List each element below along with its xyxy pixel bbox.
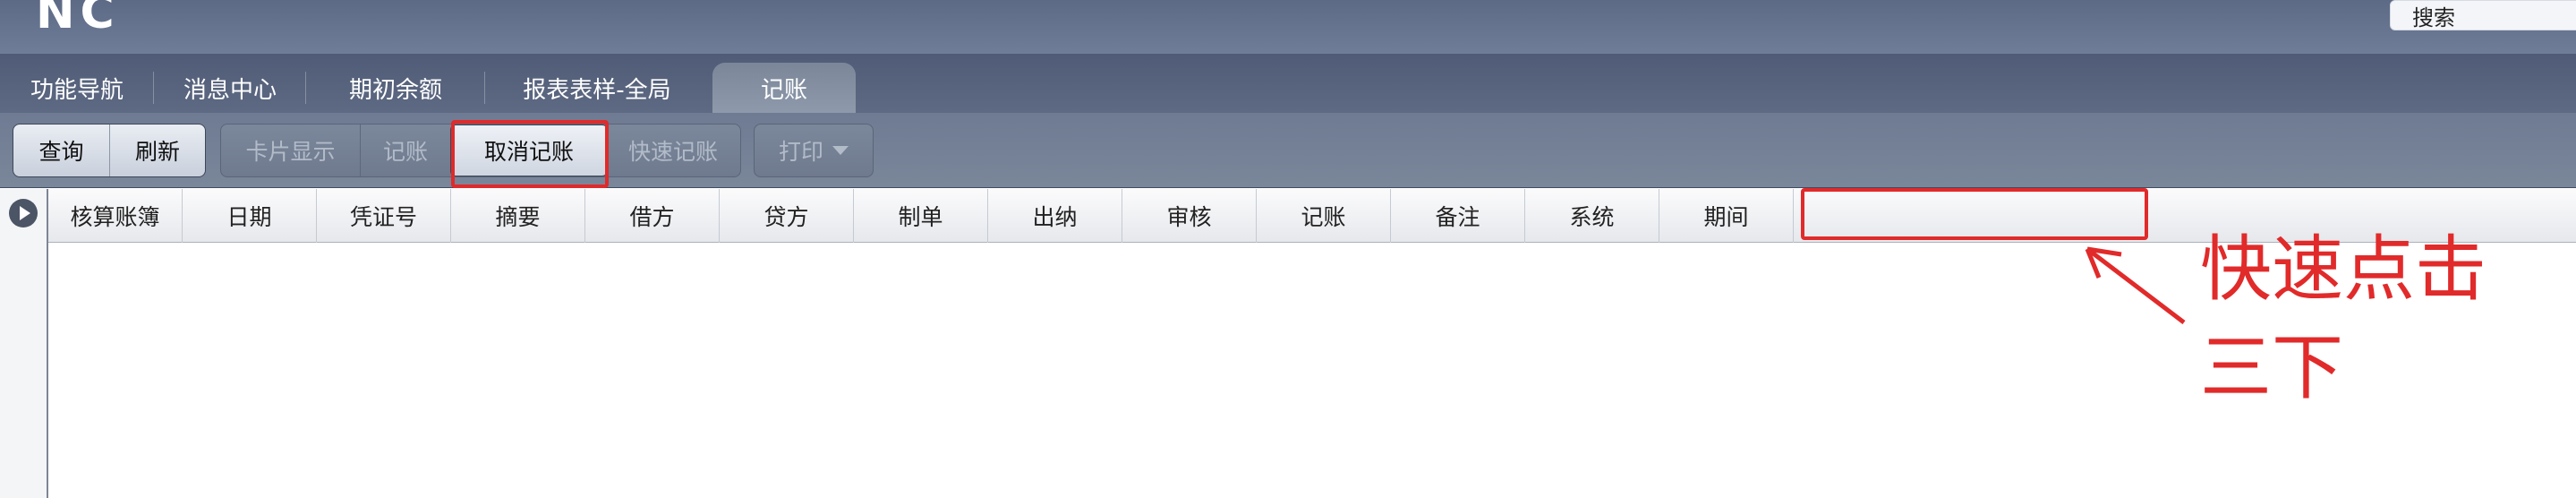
quick-post-button[interactable]: 快速记账 bbox=[608, 124, 738, 176]
table-header: 核算账簿 日期 凭证号 摘要 借方 贷方 制单 出纳 审核 记账 备注 系统 期… bbox=[48, 189, 2576, 243]
highlight-box-cancel-post bbox=[451, 120, 609, 188]
refresh-button[interactable]: 刷新 bbox=[110, 124, 205, 176]
column-header-review[interactable]: 审核 bbox=[1122, 189, 1257, 243]
search-label: 搜索 bbox=[2412, 4, 2455, 30]
toolbar: 查询 刷新 卡片显示 记账 取消记账 快速记账 打印 bbox=[0, 113, 2576, 188]
tab-function-nav[interactable]: 功能导航 bbox=[0, 63, 154, 113]
chevron-down-icon bbox=[832, 146, 849, 155]
row-header-column bbox=[0, 189, 48, 498]
column-header-voucher-no[interactable]: 凭证号 bbox=[317, 189, 451, 243]
post-button[interactable]: 记账 bbox=[361, 124, 450, 176]
column-header-preparer[interactable]: 制单 bbox=[854, 189, 988, 243]
voucher-table: 核算账簿 日期 凭证号 摘要 借方 贷方 制单 出纳 审核 记账 备注 系统 期… bbox=[0, 189, 2576, 498]
tab-label: 报表表样-全局 bbox=[523, 76, 671, 104]
column-header-date[interactable]: 日期 bbox=[183, 189, 317, 243]
tab-label: 期初余额 bbox=[348, 76, 442, 104]
print-button[interactable]: 打印 bbox=[755, 124, 873, 176]
column-header-system[interactable]: 系统 bbox=[1525, 189, 1659, 243]
column-header-debit[interactable]: 借方 bbox=[585, 189, 720, 243]
tab-label: 记账 bbox=[760, 76, 807, 104]
query-button[interactable]: 查询 bbox=[13, 124, 110, 176]
print-group: 打印 bbox=[754, 124, 874, 177]
search-input[interactable]: 搜索 bbox=[2390, 0, 2576, 30]
column-header-posting[interactable]: 记账 bbox=[1257, 189, 1391, 243]
tab-opening-balance[interactable]: 期初余额 bbox=[306, 63, 485, 113]
tab-report-template[interactable]: 报表表样-全局 bbox=[485, 63, 709, 113]
column-header-summary[interactable]: 摘要 bbox=[451, 189, 585, 243]
print-label: 打印 bbox=[778, 139, 823, 165]
column-header-remark[interactable]: 备注 bbox=[1391, 189, 1525, 243]
tab-label: 消息中心 bbox=[183, 76, 277, 104]
tab-bar: 功能导航 消息中心 期初余额 报表表样-全局 记账 bbox=[0, 54, 2576, 113]
annotation-text-line2: 三下 bbox=[2200, 326, 2343, 409]
annotation-text-line1: 快速点击 bbox=[2200, 228, 2486, 311]
column-header-credit[interactable]: 贷方 bbox=[720, 189, 854, 243]
annotation-arrow bbox=[2085, 246, 2186, 324]
app-logo: NC bbox=[36, 0, 120, 39]
tab-posting[interactable]: 记账 bbox=[712, 63, 856, 113]
card-view-button[interactable]: 卡片显示 bbox=[221, 124, 361, 176]
top-header: NC 搜索 bbox=[0, 0, 2576, 54]
app-window: NC 搜索 功能导航 消息中心 期初余额 报表表样-全局 记账 查询 刷新 卡片… bbox=[0, 0, 2576, 498]
tab-message-center[interactable]: 消息中心 bbox=[154, 63, 306, 113]
play-icon[interactable] bbox=[9, 199, 38, 228]
tab-label: 功能导航 bbox=[30, 76, 124, 104]
column-header-ledger[interactable]: 核算账簿 bbox=[48, 189, 183, 243]
column-header-cashier[interactable]: 出纳 bbox=[988, 189, 1122, 243]
highlight-box-blank-header bbox=[1801, 188, 2148, 240]
query-refresh-group: 查询 刷新 bbox=[13, 124, 206, 177]
column-header-period[interactable]: 期间 bbox=[1659, 189, 1794, 243]
